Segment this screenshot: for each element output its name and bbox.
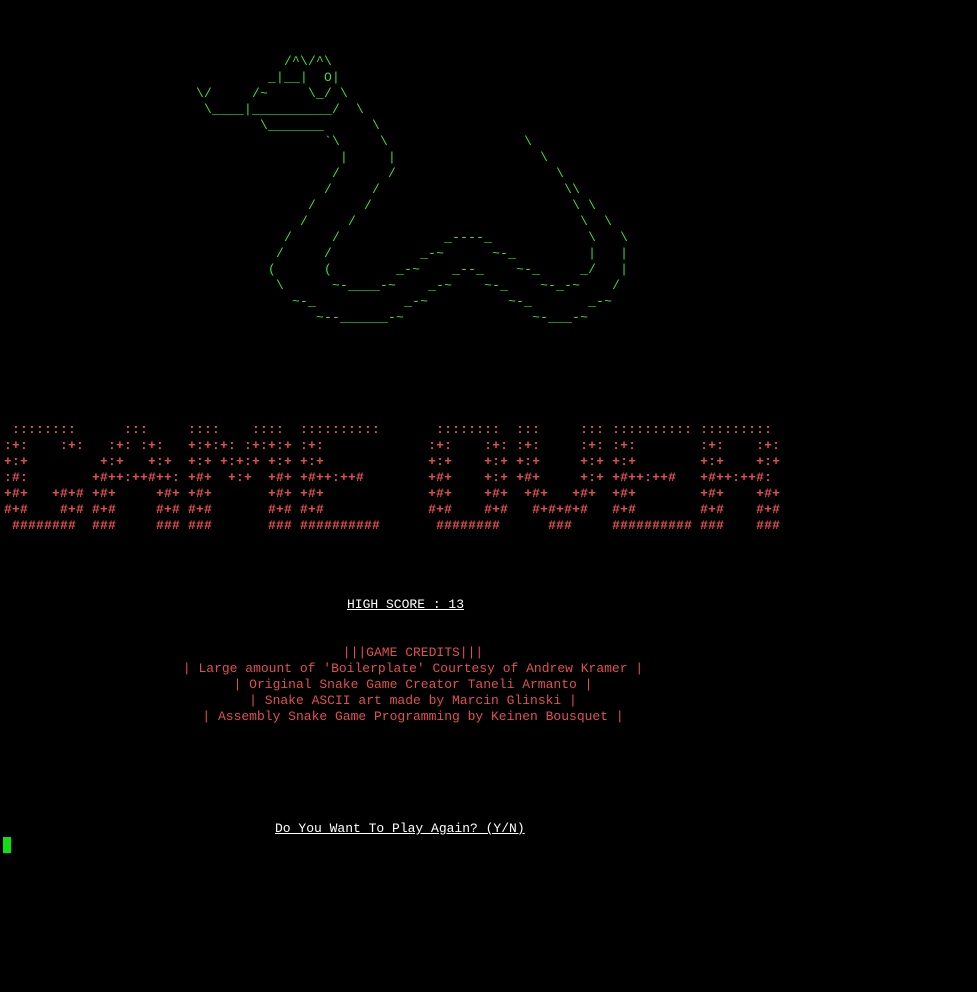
- console-window[interactable]: /^\/^\ _|__| O| \/ /~ \_/ \ \____|______…: [0, 0, 977, 992]
- play-again-prompt: Do You Want To Play Again? (Y/N): [275, 821, 525, 836]
- game-over-banner: :::::::: ::: :::: :::: :::::::::: ::::::…: [4, 422, 781, 533]
- high-score-label: HIGH SCORE : 13: [347, 597, 465, 612]
- credits-line: | Original Snake Game Creator Taneli Arm…: [233, 677, 593, 692]
- credits-line: | Assembly Snake Game Programming by Kei…: [202, 709, 624, 724]
- credits-line: | Snake ASCII art made by Marcin Glinski…: [249, 693, 577, 708]
- snake-ascii-art: /^\/^\ _|__| O| \/ /~ \_/ \ \____|______…: [196, 54, 629, 325]
- text-cursor[interactable]: [3, 837, 11, 853]
- credits-title: |||GAME CREDITS|||: [342, 645, 484, 660]
- game-credits: |||GAME CREDITS||| | Large amount of 'Bo…: [0, 645, 826, 725]
- credits-line: | Large amount of 'Boilerplate' Courtesy…: [182, 661, 644, 676]
